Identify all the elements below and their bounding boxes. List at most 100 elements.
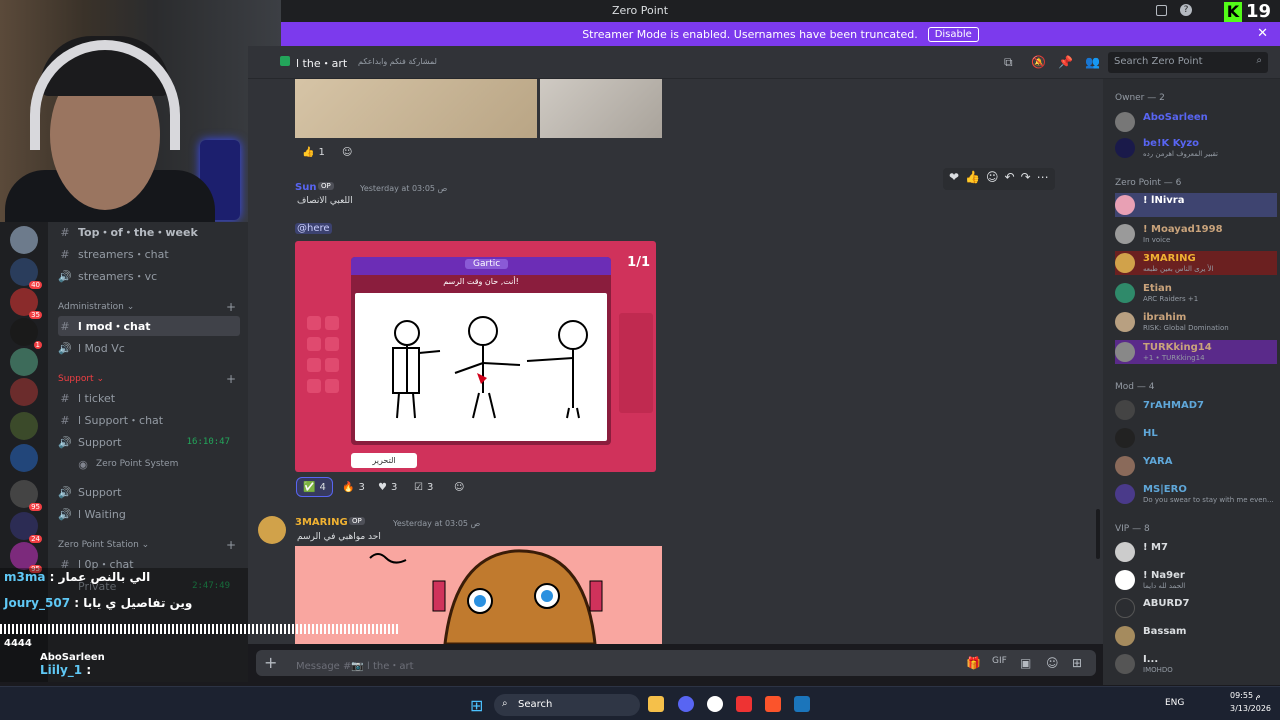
- member-item[interactable]: ! Moayad1998 In voice: [1115, 222, 1275, 246]
- tool-icon[interactable]: [307, 337, 321, 351]
- tool-icon[interactable]: [307, 358, 321, 372]
- server-icon[interactable]: 24: [10, 512, 42, 543]
- message-composer[interactable]: + Message #📷 l the・art 🎁 GIF ▣ ☺ ⊞: [256, 650, 1096, 676]
- member-item[interactable]: Bassam: [1115, 624, 1275, 648]
- more-icon[interactable]: ⋯: [1037, 170, 1049, 188]
- reaction-thumbs[interactable]: 👍 1: [296, 142, 331, 162]
- gartic-embed[interactable]: Gartic أنت, حان وقت الرسم! 1/1 التحرير: [295, 241, 656, 472]
- channel-streamers-chat[interactable]: # streamers・chat: [58, 244, 240, 264]
- taskbar-search[interactable]: ⌕ Search: [494, 694, 640, 716]
- heart-icon[interactable]: ❤: [949, 170, 959, 188]
- react-icon[interactable]: ☺: [986, 170, 999, 188]
- member-item[interactable]: ! Na9er الحمد لله دايما: [1115, 568, 1275, 592]
- server-icon[interactable]: 95: [10, 542, 42, 573]
- server-icon[interactable]: [10, 378, 38, 406]
- category-support[interactable]: Support ⌄ +: [58, 372, 236, 386]
- channel-mod-vc[interactable]: 🔊 l Mod Vc: [58, 338, 240, 358]
- plus-icon[interactable]: +: [264, 653, 277, 672]
- member-item[interactable]: Etian ARC Raiders +1: [1115, 281, 1275, 305]
- reaction-green[interactable]: ✅ 4: [296, 477, 333, 497]
- app-icon[interactable]: [736, 696, 752, 712]
- member-item[interactable]: be!K Kyzo تقبير المعروف اهرمن رده: [1115, 136, 1275, 160]
- tool-icon[interactable]: [325, 337, 339, 351]
- server-icon[interactable]: [10, 348, 38, 376]
- reply-icon[interactable]: ↶: [1005, 170, 1015, 188]
- help-icon[interactable]: ?: [1180, 4, 1192, 16]
- inbox-icon[interactable]: [1156, 5, 1167, 16]
- channel-mod-chat[interactable]: # l mod・chat: [58, 316, 240, 336]
- disable-button[interactable]: Disable: [927, 26, 979, 42]
- edit-button[interactable]: التحرير: [351, 453, 417, 468]
- gift-icon[interactable]: 🎁: [966, 656, 981, 670]
- threads-icon[interactable]: ⧉: [1004, 55, 1013, 70]
- app-icon[interactable]: [707, 696, 723, 712]
- reaction-check[interactable]: ☑ 3: [408, 477, 439, 497]
- add-reaction-icon[interactable]: ☺: [336, 142, 358, 162]
- server-icon[interactable]: 95: [10, 480, 42, 511]
- tool-icon[interactable]: [307, 316, 321, 330]
- channel-waiting[interactable]: 🔊 l Waiting: [58, 504, 240, 524]
- gif-icon[interactable]: GIF: [992, 656, 1007, 666]
- voice-user-zero-system[interactable]: ◉ Zero Point System: [76, 454, 240, 474]
- avatar[interactable]: [258, 516, 286, 544]
- folder-icon[interactable]: [648, 696, 664, 712]
- member-item[interactable]: I... IMOHDO: [1115, 652, 1275, 676]
- add-reaction-icon[interactable]: ☺: [448, 477, 470, 497]
- plus-icon[interactable]: +: [226, 538, 236, 552]
- member-item[interactable]: HL: [1115, 426, 1275, 450]
- member-item[interactable]: ! lNivra: [1115, 193, 1277, 217]
- steam-icon[interactable]: [794, 696, 810, 712]
- scrollbar[interactable]: [1096, 509, 1100, 559]
- palette[interactable]: [619, 313, 653, 413]
- member-item[interactable]: TURKking14 +1 • TURKking14: [1115, 340, 1277, 364]
- category-station[interactable]: Zero Point Station ⌄ +: [58, 538, 236, 552]
- member-item[interactable]: 7rAHMAD7: [1115, 398, 1275, 422]
- close-icon[interactable]: ✕: [1257, 26, 1268, 41]
- channel-support-2[interactable]: 🔊 Support: [58, 482, 240, 502]
- server-icon[interactable]: [10, 412, 38, 440]
- forward-icon[interactable]: ↷: [1021, 170, 1031, 188]
- channel-streamers-vc[interactable]: 🔊 streamers・vc: [58, 266, 240, 286]
- category-administration[interactable]: Administration ⌄ +: [58, 300, 236, 314]
- tool-icon[interactable]: [325, 316, 339, 330]
- tool-icon[interactable]: [325, 358, 339, 372]
- attachment-image[interactable]: [540, 79, 662, 138]
- member-item[interactable]: ! M7: [1115, 540, 1275, 564]
- pin-icon[interactable]: 📌: [1058, 55, 1073, 69]
- server-icon[interactable]: [10, 226, 38, 254]
- server-icon[interactable]: 1: [10, 318, 42, 349]
- search-input[interactable]: Search Zero Point ⌕: [1108, 52, 1268, 73]
- clock-time[interactable]: 09:55 م: [1230, 691, 1261, 700]
- member-item[interactable]: 3MARING الأ يرى الناس بعين طبعه: [1115, 251, 1277, 275]
- tool-icon[interactable]: [307, 379, 321, 393]
- channel-ticket[interactable]: # l ticket: [58, 388, 240, 408]
- mute-icon[interactable]: 🔕: [1031, 55, 1046, 69]
- plus-icon[interactable]: +: [226, 372, 236, 386]
- clock-date[interactable]: 3/13/2026: [1230, 704, 1271, 713]
- server-icon[interactable]: [10, 444, 38, 472]
- member-item[interactable]: MS|ERO Do you swear to stay with me even.…: [1115, 482, 1275, 506]
- discord-icon[interactable]: [678, 696, 694, 712]
- message-author[interactable]: 3MARING: [295, 517, 348, 528]
- apps-icon[interactable]: ⊞: [1072, 656, 1082, 670]
- reaction-fire[interactable]: 🔥 3: [336, 477, 371, 497]
- server-icon[interactable]: 40: [10, 258, 42, 289]
- member-item[interactable]: ibrahim RISK: Global Domination: [1115, 310, 1275, 334]
- member-item[interactable]: ABURD7: [1115, 596, 1275, 620]
- member-item[interactable]: AboSarleen: [1115, 110, 1275, 134]
- reaction-red[interactable]: ♥ 3: [372, 477, 403, 497]
- brave-icon[interactable]: [765, 696, 781, 712]
- tool-icon[interactable]: [325, 379, 339, 393]
- members-icon[interactable]: 👥: [1085, 55, 1100, 69]
- channel-support-vc[interactable]: 🔊 Support 16:10:47: [58, 432, 240, 452]
- plus-icon[interactable]: +: [226, 300, 236, 314]
- attachment-image[interactable]: [295, 79, 537, 138]
- message-author[interactable]: Sun: [295, 182, 316, 193]
- thumbs-up-icon[interactable]: 👍: [965, 170, 980, 188]
- mention[interactable]: @here: [295, 223, 332, 234]
- language-indicator[interactable]: ENG: [1165, 698, 1184, 708]
- channel-top-week[interactable]: # Top・of・the・week: [58, 222, 240, 242]
- message-input[interactable]: Message #📷 l the・art: [296, 657, 414, 672]
- server-icon[interactable]: 35: [10, 288, 42, 319]
- member-item[interactable]: YARA: [1115, 454, 1275, 478]
